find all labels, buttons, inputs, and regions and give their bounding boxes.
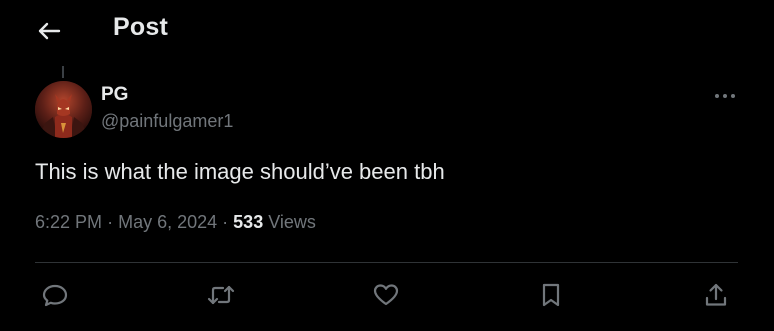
post-meta: 6:22 PM · May 6, 2024 · 533 Views (35, 212, 316, 233)
share-icon (705, 283, 727, 306)
divider (35, 262, 738, 263)
views-label: Views (268, 212, 316, 232)
arrow-left-icon (38, 22, 61, 40)
action-bar (0, 278, 774, 314)
avatar[interactable] (35, 81, 92, 138)
more-dots-icon (715, 94, 735, 98)
post-text: This is what the image should’ve been tb… (35, 159, 445, 184)
post-date[interactable]: May 6, 2024 (118, 212, 217, 232)
bookmark-button[interactable] (534, 278, 568, 312)
author-name[interactable]: PG (101, 84, 128, 106)
repost-button[interactable] (204, 278, 238, 312)
post-header: Post (0, 0, 774, 58)
reply-icon (42, 284, 68, 307)
thread-connector-line (62, 66, 64, 78)
avatar-image (35, 81, 92, 138)
views-count: 533 (233, 212, 264, 232)
share-button[interactable] (699, 278, 733, 312)
author-handle[interactable]: @painfulgamer1 (101, 111, 233, 132)
repost-icon (207, 285, 235, 305)
back-button[interactable] (36, 20, 62, 42)
bookmark-icon (542, 283, 560, 307)
meta-separator: · (107, 212, 114, 232)
more-options-button[interactable] (712, 86, 738, 106)
meta-separator: · (222, 212, 229, 232)
post-time[interactable]: 6:22 PM (35, 212, 102, 232)
heart-icon (373, 284, 399, 306)
like-button[interactable] (369, 278, 403, 312)
page-title: Post (113, 13, 168, 41)
reply-button[interactable] (38, 278, 72, 312)
